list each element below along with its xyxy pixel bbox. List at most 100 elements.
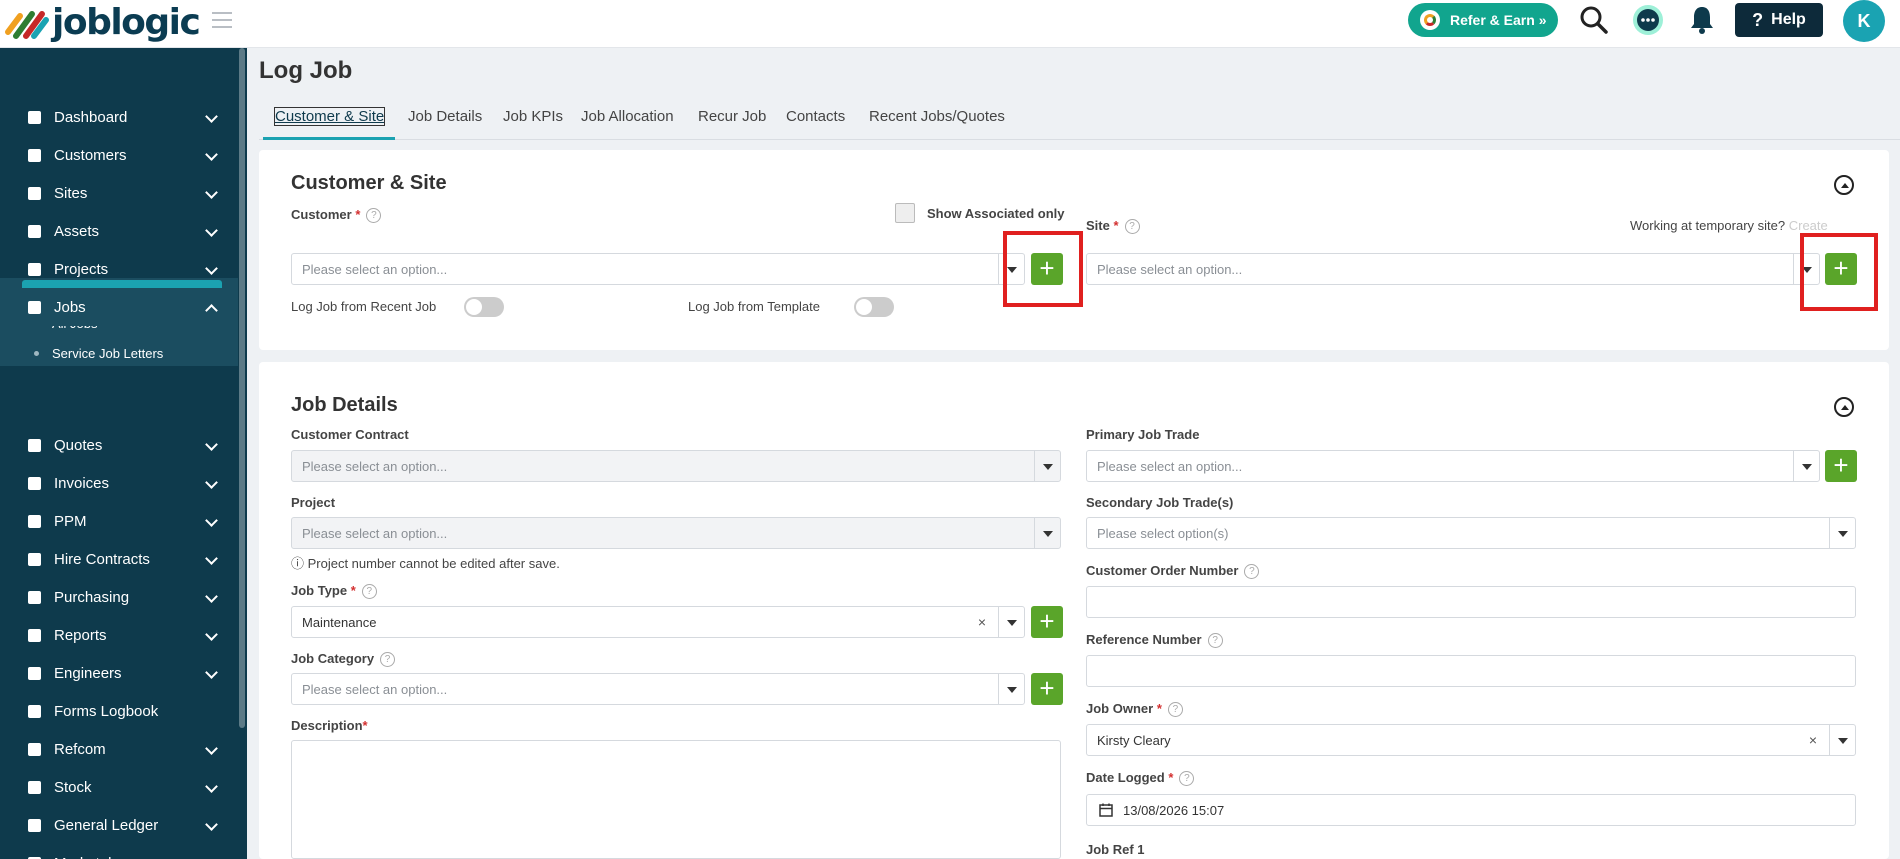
site-label: Site *? [1086,218,1140,235]
description-textarea[interactable] [291,740,1061,859]
chevron-down-icon[interactable] [1034,518,1060,548]
date-logged-input[interactable]: 13/08/2026 15:07 [1086,794,1856,826]
bell-icon[interactable] [1686,4,1718,36]
search-icon[interactable] [1578,4,1610,36]
sidebar-item-stock[interactable]: Stock [0,768,238,806]
calendar-icon[interactable] [1099,803,1113,817]
sidebar-item-marketplace[interactable]: Marketplace [0,844,238,859]
secondary-trade-select[interactable]: Please select option(s) [1086,517,1856,549]
help-icon[interactable]: ? [1167,702,1183,718]
description-label: Description* [291,718,368,733]
help-button[interactable]: ? Help [1735,3,1823,37]
chevron-down-icon[interactable] [205,148,218,161]
project-select[interactable]: Please select an option... [291,517,1061,549]
reference-number-input[interactable] [1086,655,1856,687]
add-job-category-button[interactable]: + [1031,673,1063,705]
log-recent-toggle[interactable] [464,297,504,317]
chevron-down-icon[interactable] [205,666,218,679]
customer-contract-select[interactable]: Please select an option... [291,450,1061,482]
sidebar-item-purchasing[interactable]: Purchasing [0,578,238,616]
chevron-down-icon[interactable] [205,224,218,237]
temporary-site-text: Working at temporary site? Create [1630,218,1828,233]
sidebar-item-ppm[interactable]: PPM [0,502,238,540]
joblogic-logo[interactable]: joblogic [4,2,201,44]
order-number-input[interactable] [1086,586,1856,618]
chevron-down-icon[interactable] [205,742,218,755]
bank-icon [26,817,42,833]
chevron-down-icon[interactable] [1034,451,1060,481]
job-category-select[interactable]: Please select an option... [291,673,1025,705]
chevron-down-icon[interactable] [205,476,218,489]
chevron-down-icon[interactable] [998,674,1024,704]
log-template-label: Log Job from Template [688,299,820,314]
sidebar-item-projects[interactable]: Projects [0,250,238,288]
sidebar-item-assets[interactable]: Assets [0,212,238,250]
sidebar-item-label: Projects [54,260,109,278]
chevron-down-icon[interactable] [205,262,218,275]
create-link[interactable]: Create [1789,218,1828,233]
sidebar-item-quotes[interactable]: Quotes [0,426,238,464]
chevron-down-icon[interactable] [205,110,218,123]
sidebar-item-hire-contracts[interactable]: Hire Contracts [0,540,238,578]
tab-recent-jobs-quotes[interactable]: Recent Jobs/Quotes [869,108,1005,125]
chevron-down-icon[interactable] [205,514,218,527]
chevron-down-icon[interactable] [205,780,218,793]
job-owner-select[interactable]: Kirsty Cleary × [1086,724,1856,756]
sidebar-item-general-ledger[interactable]: General Ledger [0,806,238,844]
tab-job-details[interactable]: Job Details [408,108,482,125]
chevron-down-icon[interactable] [1793,451,1819,481]
chat-icon[interactable] [1632,4,1664,36]
sidebar-sub-service-job-letters[interactable]: Service Job Letters [22,339,222,367]
sidebar-item-reports[interactable]: Reports [0,616,238,654]
chevron-down-icon[interactable] [205,552,218,565]
avatar[interactable]: K [1843,0,1885,42]
logo-icon [5,11,49,39]
sidebar-item-customers[interactable]: Customers [0,136,238,174]
contract-icon [26,551,42,567]
log-template-toggle[interactable] [854,297,894,317]
collapse-icon[interactable] [1834,175,1854,195]
chevron-down-icon[interactable] [1829,518,1855,548]
tab-job-allocation[interactable]: Job Allocation [581,108,674,125]
customer-select[interactable]: Please select an option... [291,253,1025,285]
primary-trade-select[interactable]: Please select an option... [1086,450,1820,482]
job-type-select[interactable]: Maintenance × [291,606,1025,638]
help-icon[interactable]: ? [380,652,396,668]
collapse-icon[interactable] [1834,397,1854,417]
sidebar-scrollbar[interactable] [239,48,245,728]
add-job-type-button[interactable]: + [1031,606,1063,638]
sidebar-item-jobs[interactable]: Jobs [0,288,238,326]
logo-text: joblogic [52,2,201,43]
sidebar-item-engineers[interactable]: Engineers [0,654,238,692]
sidebar-item-refcom[interactable]: Refcom [0,730,238,768]
chevron-down-icon[interactable] [1829,725,1855,755]
help-icon[interactable]: ? [1124,219,1140,235]
sidebar-item-invoices[interactable]: Invoices [0,464,238,502]
help-icon[interactable]: ? [366,208,382,224]
menu-toggle-icon[interactable] [212,12,232,28]
chevron-down-icon[interactable] [998,607,1024,637]
help-icon[interactable]: ? [361,584,377,600]
help-icon[interactable]: ? [1179,771,1195,787]
chevron-down-icon[interactable] [205,818,218,831]
help-icon[interactable]: ? [1244,564,1260,580]
tab-recur-job[interactable]: Recur Job [698,108,766,125]
tab-customer-site[interactable]: Customer & Site [273,107,386,126]
sidebar-item-dashboard[interactable]: Dashboard [0,98,238,136]
tab-contacts[interactable]: Contacts [786,108,845,125]
sidebar-item-sites[interactable]: Sites [0,174,238,212]
refer-earn-button[interactable]: Refer & Earn » [1408,3,1558,37]
add-primary-trade-button[interactable]: + [1825,450,1857,482]
clear-icon[interactable]: × [978,614,986,630]
tab-job-kpis[interactable]: Job KPIs [503,108,563,125]
chevron-up-icon[interactable] [205,304,218,317]
chevron-down-icon[interactable] [205,186,218,199]
chevron-down-icon[interactable] [205,438,218,451]
help-icon[interactable]: ? [1207,633,1223,649]
site-select[interactable]: Please select an option... [1086,253,1820,285]
clear-icon[interactable]: × [1809,732,1817,748]
chevron-down-icon[interactable] [205,590,218,603]
show-associated-checkbox[interactable] [895,203,915,223]
sidebar-item-forms-logbook[interactable]: Forms Logbook [0,692,238,730]
chevron-down-icon[interactable] [205,628,218,641]
